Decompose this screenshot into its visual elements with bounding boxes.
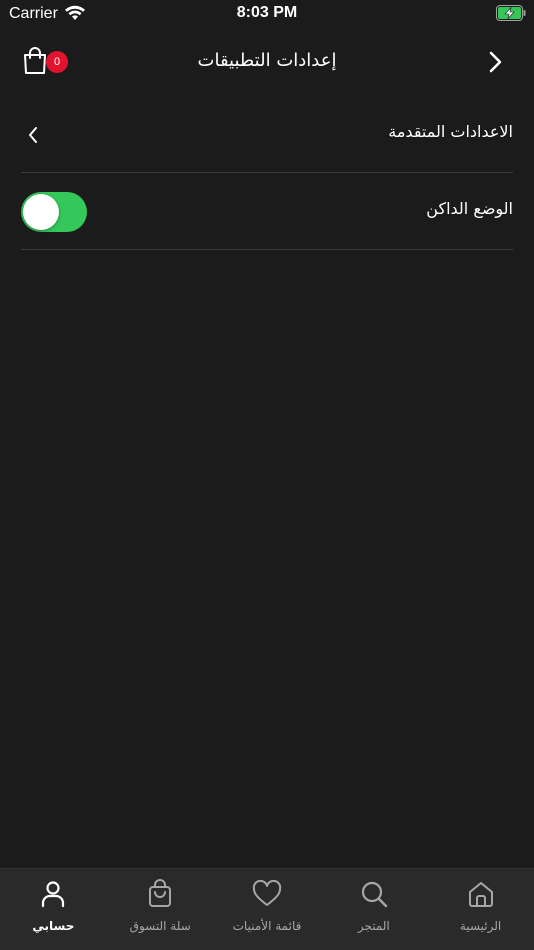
settings-list: الاعدادات المتقدمة الوضع الداكن bbox=[21, 96, 513, 250]
dark-mode-row: الوضع الداكن bbox=[21, 173, 513, 250]
search-icon bbox=[361, 881, 387, 908]
advanced-settings-label: الاعدادات المتقدمة bbox=[388, 122, 513, 141]
advanced-settings-row[interactable]: الاعدادات المتقدمة bbox=[21, 96, 513, 173]
cart-count-badge: 0 bbox=[46, 51, 68, 73]
dark-mode-toggle[interactable] bbox=[21, 192, 87, 232]
tab-label: المتجر bbox=[357, 919, 390, 933]
home-icon bbox=[468, 882, 493, 907]
tab-store[interactable]: المتجر bbox=[320, 869, 427, 950]
tab-label: الرئيسية bbox=[459, 919, 502, 933]
tab-account[interactable]: حسابي bbox=[0, 869, 107, 950]
tab-home[interactable]: الرئيسية bbox=[427, 869, 534, 950]
tab-label: حسابي bbox=[32, 919, 75, 933]
tab-label: قائمة الأمنيات bbox=[232, 919, 302, 933]
toggle-knob bbox=[23, 194, 59, 230]
screen: Carrier 8:03 PM 0 إعدادات التطبيقات الاع… bbox=[0, 0, 534, 950]
chevron-right-icon[interactable] bbox=[488, 50, 504, 74]
chevron-left-icon bbox=[29, 127, 37, 143]
heart-icon bbox=[252, 879, 282, 906]
status-time: 8:03 PM bbox=[236, 4, 298, 21]
tab-label: سلة التسوق bbox=[129, 919, 191, 933]
tab-cart[interactable]: سلة التسوق bbox=[107, 869, 214, 950]
page-title: إعدادات التطبيقات bbox=[197, 50, 337, 71]
shopping-bag-icon bbox=[149, 879, 172, 907]
status-bar: Carrier 8:03 PM bbox=[0, 0, 534, 28]
nav-header: 0 إعدادات التطبيقات bbox=[0, 40, 534, 84]
dark-mode-label: الوضع الداكن bbox=[426, 199, 513, 218]
tab-wishlist[interactable]: قائمة الأمنيات bbox=[214, 869, 321, 950]
user-icon bbox=[42, 881, 65, 908]
tab-bar: حسابي سلة التسوق قائمة الأمنيات المتجر ا… bbox=[0, 868, 534, 950]
battery-charging-icon bbox=[496, 5, 526, 21]
